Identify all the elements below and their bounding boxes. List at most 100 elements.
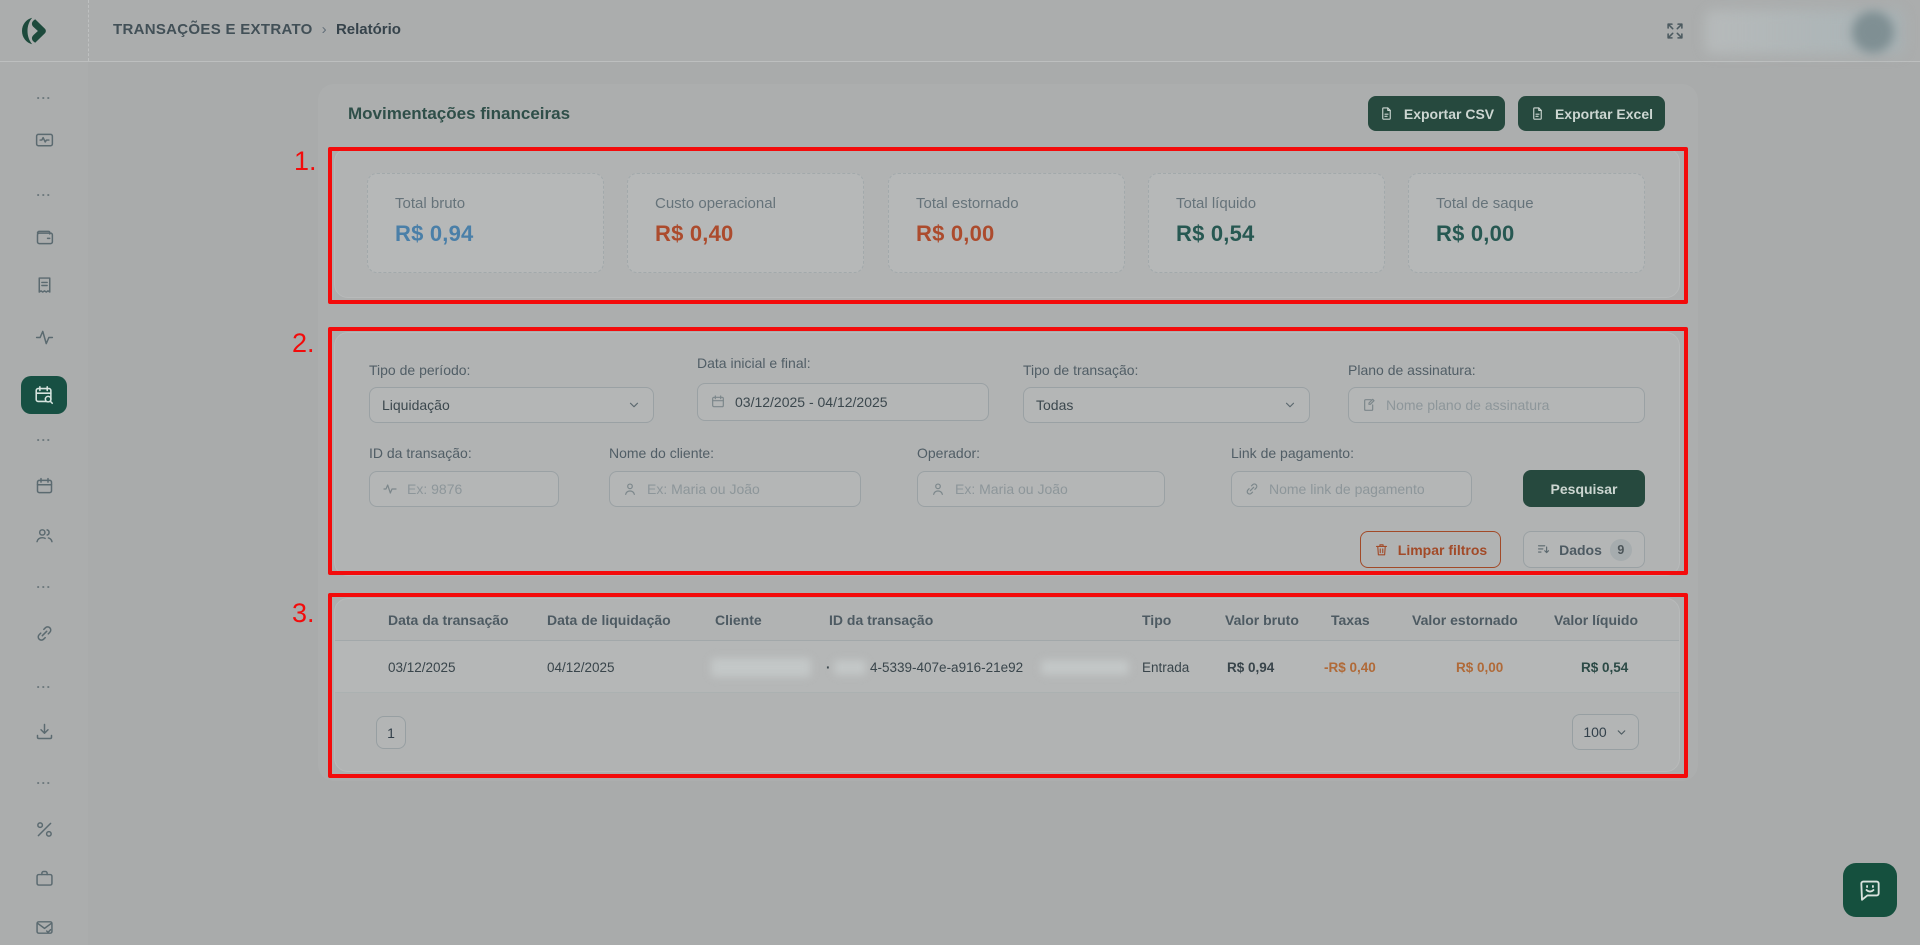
- sidebar-item-report-active[interactable]: [21, 376, 67, 414]
- col-cliente: Cliente: [715, 599, 762, 640]
- data-periodo-label: Data inicial e final:: [697, 355, 811, 371]
- sidebar-item-mail[interactable]: [0, 917, 88, 938]
- sidebar-item-briefcase[interactable]: [0, 868, 88, 889]
- users-icon: [34, 525, 55, 546]
- activity-icon: [34, 327, 55, 348]
- id-transacao-input[interactable]: [407, 481, 546, 497]
- link-pagamento-input[interactable]: [1269, 481, 1459, 497]
- card-label: Total de saque: [1436, 195, 1617, 212]
- date-range-value: 03/12/2025 - 04/12/2025: [735, 394, 888, 410]
- date-range-field[interactable]: 03/12/2025 - 04/12/2025: [697, 383, 989, 421]
- sidebar-item-dashboard[interactable]: [0, 130, 88, 151]
- export-excel-button[interactable]: Exportar Excel: [1518, 96, 1665, 131]
- summary-card-total-saque: Total de saque R$ 0,00: [1408, 173, 1645, 273]
- sidebar-item-users[interactable]: [0, 525, 88, 546]
- operador-input-wrap: [917, 471, 1165, 507]
- sidebar-group-dots: ...: [0, 186, 88, 198]
- cell-valor-liquido: R$ 0,54: [1581, 641, 1628, 694]
- col-valor-estornado: Valor estornado: [1412, 599, 1518, 640]
- col-id-transacao: ID da transação: [829, 599, 933, 640]
- cell-tipo: Entrada: [1142, 641, 1189, 694]
- dashboard-activity-icon: [34, 130, 55, 151]
- chat-smiley-icon: [1857, 877, 1883, 903]
- search-button[interactable]: Pesquisar: [1523, 470, 1645, 507]
- export-excel-label: Exportar Excel: [1555, 106, 1653, 122]
- breadcrumb-section[interactable]: TRANSAÇÕES E EXTRATO: [113, 21, 313, 38]
- card-label: Total líquido: [1176, 195, 1357, 212]
- link-icon: [1244, 481, 1260, 497]
- sidebar-item-calendar[interactable]: [0, 476, 88, 497]
- id-transacao-label: ID da transação:: [369, 445, 472, 461]
- annotation-number-3: 3.: [292, 598, 315, 629]
- table-row[interactable]: 03/12/2025 04/12/2025 · 4-5339-407e-a916…: [335, 640, 1679, 693]
- breadcrumb-page: Relatório: [336, 21, 401, 38]
- sidebar-item-download[interactable]: [0, 721, 88, 742]
- tipo-periodo-select[interactable]: Liquidação: [369, 387, 654, 423]
- percent-icon: [34, 819, 55, 840]
- sidebar-item-receipt[interactable]: [0, 275, 88, 296]
- dados-button[interactable]: Dados 9: [1523, 531, 1645, 568]
- chevron-down-icon: [1283, 398, 1297, 412]
- chat-support-button[interactable]: [1843, 863, 1897, 917]
- card-value: R$ 0,94: [395, 221, 576, 247]
- card-value: R$ 0,40: [655, 221, 836, 247]
- plano-input[interactable]: [1386, 397, 1632, 413]
- user-icon: [930, 481, 946, 497]
- user-icon: [622, 481, 638, 497]
- card-label: Total bruto: [395, 195, 576, 212]
- summary-card-total-liquido: Total líquido R$ 0,54: [1148, 173, 1385, 273]
- calendar-search-icon: [33, 384, 55, 406]
- sidebar-group-dots: ...: [0, 431, 88, 443]
- top-bar: TRANSAÇÕES E EXTRATO › Relatório: [0, 0, 1920, 62]
- sidebar-item-link[interactable]: [0, 623, 88, 644]
- search-button-label: Pesquisar: [1551, 481, 1618, 497]
- page-size-select[interactable]: 100: [1572, 714, 1639, 750]
- breadcrumb-separator-icon: ›: [322, 21, 327, 38]
- tipo-periodo-value: Liquidação: [382, 397, 450, 413]
- chevron-down-icon: [1615, 726, 1628, 739]
- operador-label: Operador:: [917, 445, 980, 461]
- tipo-transacao-label: Tipo de transação:: [1023, 362, 1138, 378]
- card-label: Custo operacional: [655, 195, 836, 212]
- receipt-icon: [34, 275, 55, 296]
- link-icon: [34, 623, 55, 644]
- card-value: R$ 0,00: [916, 221, 1097, 247]
- summary-card-custo-operacional: Custo operacional R$ 0,40: [627, 173, 864, 273]
- annotation-number-2: 2.: [292, 328, 315, 359]
- file-icon: [1379, 106, 1394, 121]
- sidebar-item-percent[interactable]: [0, 819, 88, 840]
- avatar[interactable]: [1852, 11, 1894, 53]
- page-size-value: 100: [1583, 724, 1606, 740]
- cell-id-bullet: ·: [826, 641, 831, 694]
- export-csv-button[interactable]: Exportar CSV: [1368, 96, 1505, 131]
- plano-label: Plano de assinatura:: [1348, 362, 1476, 378]
- operador-input[interactable]: [955, 481, 1152, 497]
- nome-cliente-input[interactable]: [647, 481, 848, 497]
- briefcase-icon: [34, 868, 55, 889]
- cell-taxas: -R$ 0,40: [1324, 641, 1376, 694]
- sidebar-group-dots: ...: [0, 578, 88, 590]
- link-pagamento-label: Link de pagamento:: [1231, 445, 1354, 461]
- clear-filters-button[interactable]: Limpar filtros: [1360, 531, 1501, 568]
- download-icon: [34, 721, 55, 742]
- transactions-table-panel: Data da transação Data de liquidação Cli…: [334, 598, 1680, 772]
- breadcrumb: TRANSAÇÕES E EXTRATO › Relatório: [113, 21, 401, 38]
- clipboard-edit-icon: [1361, 397, 1377, 413]
- dados-count-badge: 9: [1610, 539, 1632, 561]
- trash-icon: [1374, 542, 1389, 557]
- col-data-liquidacao: Data de liquidação: [547, 599, 671, 640]
- summary-cards-panel: Total bruto R$ 0,94 Custo operacional R$…: [334, 148, 1680, 298]
- sort-descending-icon: [1536, 542, 1551, 557]
- tipo-transacao-select[interactable]: Todas: [1023, 387, 1310, 423]
- col-valor-bruto: Valor bruto: [1225, 599, 1299, 640]
- page-1-button[interactable]: 1: [376, 716, 406, 749]
- fullscreen-icon[interactable]: [1664, 20, 1686, 42]
- sidebar-item-wallet[interactable]: [0, 227, 88, 248]
- cell-data-liquidacao: 04/12/2025: [547, 641, 615, 694]
- app-window: TRANSAÇÕES E EXTRATO › Relatório ... ...: [0, 0, 1920, 945]
- annotation-number-1: 1.: [294, 146, 317, 177]
- sidebar-group-dots: ...: [0, 774, 88, 786]
- mail-icon: [34, 917, 55, 938]
- sidebar-item-activity[interactable]: [0, 327, 88, 348]
- sidebar-nav: ... ...: [0, 62, 88, 945]
